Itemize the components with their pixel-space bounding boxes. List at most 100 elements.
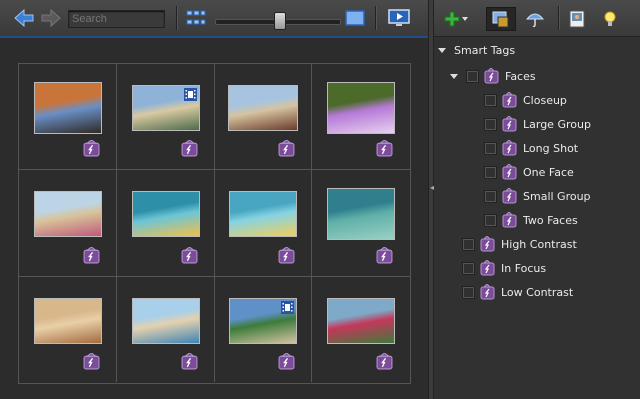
smart-tag-icon[interactable] — [278, 352, 295, 370]
tag-row-small-group[interactable]: Small Group — [484, 186, 591, 206]
smart-tags-header[interactable]: Smart Tags — [438, 40, 515, 60]
tag-label: Small Group — [523, 189, 591, 203]
slideshow-monitor-icon[interactable] — [387, 8, 411, 28]
browser-toolbar — [0, 0, 428, 38]
faces-checkbox[interactable] — [466, 69, 479, 83]
smart-tag-icon[interactable] — [376, 139, 393, 157]
video-film-icon — [183, 88, 197, 101]
tag-label: One Face — [523, 165, 574, 179]
expand-triangle-icon[interactable] — [438, 47, 446, 53]
smart-tag-icon[interactable] — [83, 352, 100, 370]
smart-tag-icon[interactable] — [278, 139, 295, 157]
smart-tag-icon — [480, 236, 495, 252]
tag-label: In Focus — [501, 261, 547, 275]
tags-toolbar — [434, 0, 640, 37]
grid-cell[interactable] — [117, 276, 215, 382]
photo-grid — [18, 63, 411, 384]
grid-cell[interactable] — [19, 276, 117, 382]
photo-thumbnail[interactable] — [229, 191, 298, 238]
grid-cell[interactable] — [19, 170, 117, 277]
photo-thumbnail[interactable] — [327, 82, 396, 134]
tag-checkbox[interactable] — [484, 189, 497, 203]
media-browser-pane — [0, 0, 428, 399]
thumbnail-size-slider-knob[interactable] — [274, 12, 286, 30]
smart-tag-icon — [502, 212, 517, 228]
tag-checkbox[interactable] — [484, 117, 497, 131]
smart-tags-panel-icon[interactable] — [486, 7, 516, 31]
toolbar-separator — [375, 6, 377, 30]
tag-checkbox[interactable] — [484, 93, 497, 107]
photo-thumbnail[interactable] — [131, 297, 200, 344]
toolbar-separator — [558, 6, 560, 30]
forward-arrow-icon[interactable] — [40, 8, 62, 28]
single-view-icon[interactable] — [344, 8, 366, 28]
tag-label: Faces — [505, 69, 536, 83]
search-input[interactable] — [68, 10, 165, 28]
tag-row-large-group[interactable]: Large Group — [484, 114, 591, 134]
grid-cell[interactable] — [116, 170, 215, 277]
tags-pane: Smart Tags Faces Closeup Large Group Long … — [434, 0, 640, 399]
smart-tag-icon — [502, 164, 517, 180]
dropdown-caret-icon[interactable] — [458, 7, 472, 31]
tag-label: Closeup — [523, 93, 567, 107]
smart-tag-icon — [502, 140, 517, 156]
grid-cell[interactable] — [312, 170, 410, 277]
smart-tag-icon[interactable] — [83, 139, 100, 157]
tag-label: Low Contrast — [501, 285, 574, 299]
tag-label: Two Faces — [523, 213, 578, 227]
smart-tag-icon — [480, 284, 495, 300]
tag-checkbox[interactable] — [462, 237, 475, 251]
tag-label: Long Shot — [523, 141, 579, 155]
photo-thumbnail[interactable] — [228, 85, 299, 131]
grid-cell[interactable] — [116, 64, 215, 171]
tag-row-long-shot[interactable]: Long Shot — [484, 138, 578, 158]
grid-cell[interactable] — [214, 170, 313, 277]
photo-info-icon[interactable] — [564, 7, 590, 31]
umbrella-icon[interactable] — [522, 7, 548, 31]
grid-cell[interactable] — [214, 64, 313, 171]
tag-label: Large Group — [523, 117, 591, 131]
tag-checkbox[interactable] — [484, 141, 497, 155]
smart-tag-icon — [480, 260, 495, 276]
tag-row-in-focus[interactable]: In Focus — [462, 258, 546, 278]
photo-thumbnail[interactable] — [229, 297, 298, 344]
smart-tag-icon[interactable] — [278, 245, 295, 264]
tag-row-low-contrast[interactable]: Low Contrast — [462, 282, 573, 302]
back-arrow-icon[interactable] — [13, 8, 35, 28]
grid-view-icon[interactable] — [185, 8, 207, 28]
photo-thumbnail[interactable] — [327, 297, 396, 344]
photo-thumbnail[interactable] — [33, 297, 102, 344]
toolbar-separator — [176, 6, 178, 30]
lightbulb-icon[interactable] — [597, 7, 623, 31]
smart-tag-icon[interactable] — [83, 245, 100, 264]
smart-tag-icon — [484, 68, 499, 84]
tag-checkbox[interactable] — [484, 165, 497, 179]
grid-cell[interactable] — [215, 276, 313, 382]
smart-tag-icon[interactable] — [376, 352, 393, 370]
tag-row-closeup[interactable]: Closeup — [484, 90, 567, 110]
grid-cell[interactable] — [19, 64, 117, 171]
tag-row-one-face[interactable]: One Face — [484, 162, 574, 182]
grid-cell[interactable] — [312, 277, 409, 382]
smart-tag-icon[interactable] — [181, 139, 198, 157]
grid-cell[interactable] — [312, 64, 410, 171]
smart-tag-icon[interactable] — [376, 245, 393, 264]
expand-triangle-icon[interactable] — [450, 73, 458, 79]
photo-thumbnail[interactable] — [33, 191, 102, 238]
tag-row-high-contrast[interactable]: High Contrast — [462, 234, 577, 254]
tag-row-two-faces[interactable]: Two Faces — [484, 210, 578, 230]
smart-tag-icon[interactable] — [181, 245, 198, 264]
photo-thumbnail[interactable] — [131, 191, 200, 238]
smart-tag-icon — [502, 92, 517, 108]
tag-checkbox[interactable] — [484, 213, 497, 227]
tag-row-faces[interactable]: Faces — [450, 66, 536, 86]
photo-thumbnail[interactable] — [33, 82, 102, 134]
tag-checkbox[interactable] — [462, 261, 475, 275]
photo-thumbnail[interactable] — [327, 188, 396, 241]
tag-label: High Contrast — [501, 237, 577, 251]
tag-checkbox[interactable] — [462, 285, 475, 299]
smart-tag-icon — [502, 188, 517, 204]
smart-tag-icon — [502, 116, 517, 132]
photo-thumbnail[interactable] — [131, 85, 200, 131]
smart-tag-icon[interactable] — [181, 352, 198, 370]
